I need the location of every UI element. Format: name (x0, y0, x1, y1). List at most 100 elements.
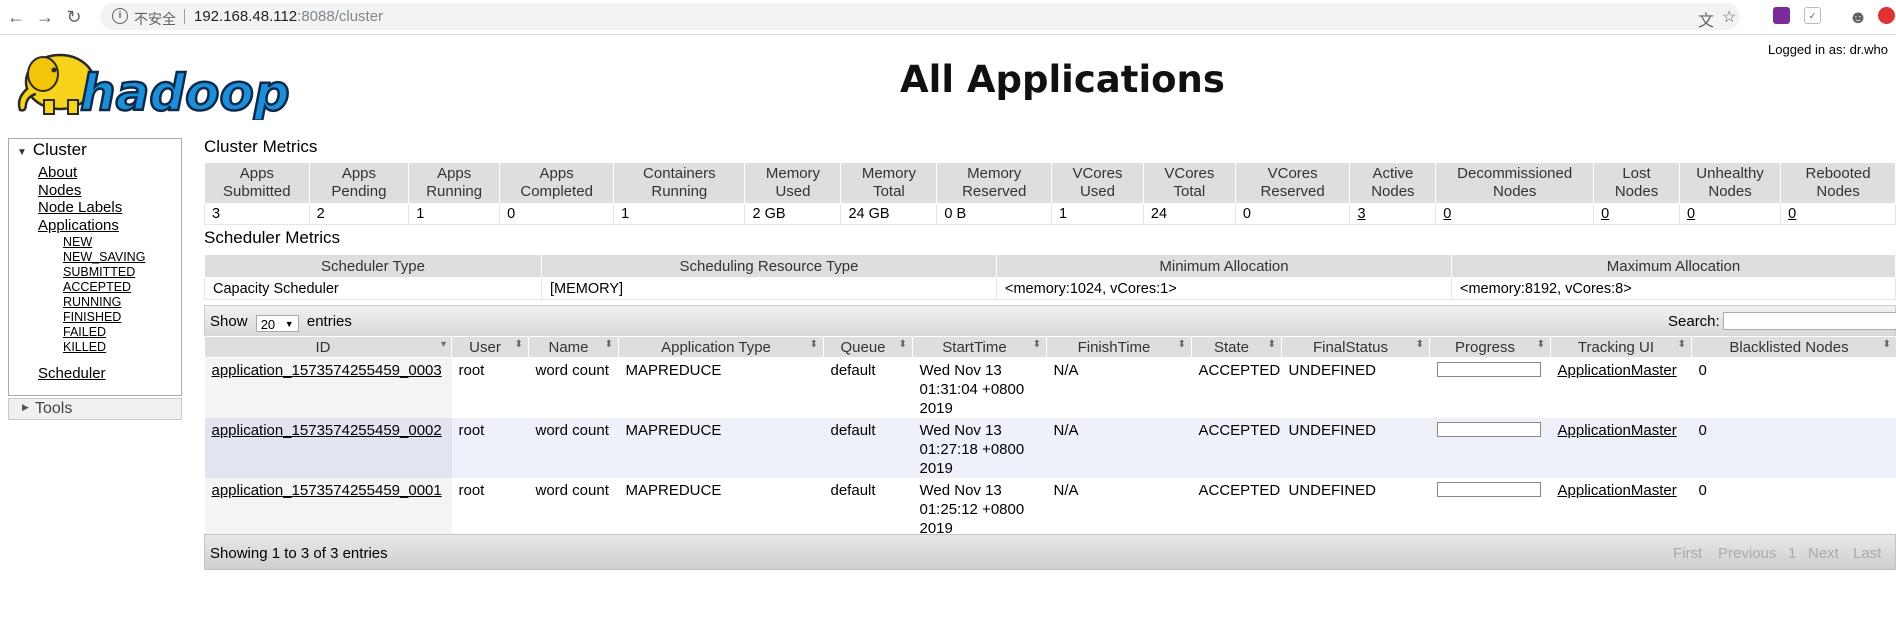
metric-value-apps-running: 1 (408, 203, 501, 225)
metric-header-line: Apps (437, 165, 472, 182)
sidebar-tools[interactable]: ▶ Tools (8, 398, 182, 420)
col-queue[interactable]: Queue ⬍ (823, 336, 913, 358)
col-application-type[interactable]: Application Type ⬍ (618, 336, 824, 358)
table-footer: Showing 1 to 3 of 3 entries First Previo… (204, 534, 1896, 570)
translate-icon[interactable]: 文 (1698, 7, 1714, 31)
tracking-ui-link[interactable]: ApplicationMaster (1558, 482, 1677, 499)
application-id-link[interactable]: application_1573574255459_0001 (212, 482, 442, 499)
pager-last-button[interactable]: Last (1853, 545, 1881, 562)
profile-icon[interactable]: ☻ (1845, 4, 1871, 30)
cell-queue: default (823, 357, 913, 418)
nav-link-nodes[interactable]: Nodes (38, 182, 122, 200)
metric-header-line: Pending (331, 183, 387, 200)
metric-value-unhealthy-nodes: 0 (1678, 203, 1782, 225)
cell-tracking: ApplicationMaster (1550, 357, 1692, 418)
metric-value-link[interactable]: 0 (1788, 206, 1796, 222)
metric-value-apps-submitted: 3 (204, 203, 310, 225)
metric-header-decommissioned-nodes: Decommissioned Nodes (1435, 162, 1595, 204)
metric-value-link[interactable]: 3 (1357, 206, 1365, 222)
pager-page-button[interactable]: 1 (1788, 545, 1796, 562)
application-id-link[interactable]: application_1573574255459_0002 (212, 422, 442, 439)
insecure-label: 不安全 (134, 11, 176, 27)
metric-header-apps-submitted: Apps Submitted (204, 162, 310, 204)
col-label: Queue (840, 338, 886, 356)
url-text[interactable]: 192.168.48.112:8088/cluster (194, 8, 383, 25)
forward-icon[interactable]: → (32, 4, 58, 30)
metric-header-line: Nodes (1493, 183, 1537, 200)
cell-text: 0 (1698, 422, 1707, 439)
expand-triangle-icon: ▶ (22, 402, 29, 412)
progress-bar (1436, 422, 1541, 437)
sort-both-icon: ⬍ (809, 339, 818, 350)
col-name[interactable]: Name ⬍ (528, 336, 619, 358)
sidebar-cluster-header[interactable]: ▼ Cluster (17, 140, 87, 160)
col-label: User (469, 338, 501, 356)
update-icon[interactable] (1878, 7, 1895, 24)
cell-queue: default (823, 418, 913, 478)
app-state-failed[interactable]: FAILED (63, 325, 145, 340)
back-icon[interactable]: ← (3, 4, 29, 30)
extension-icon[interactable] (1773, 7, 1790, 24)
nav-link-applications[interactable]: Applications (38, 217, 122, 235)
metric-header-apps-running: Apps Running (408, 162, 501, 204)
scheduler-metrics-value-row: Capacity Scheduler [MEMORY] <memory:1024… (204, 277, 1896, 300)
app-state-new[interactable]: NEW (63, 235, 145, 250)
metric-value-link[interactable]: 0 (1443, 206, 1451, 222)
metric-value-link[interactable]: 0 (1601, 206, 1609, 222)
col-label: State (1213, 338, 1250, 356)
pager-next-button[interactable]: Next (1808, 545, 1839, 562)
page-length-select[interactable]: 20 ▼ (255, 315, 299, 332)
metric-value-link[interactable]: 0 (1687, 206, 1695, 222)
metric-value-active-nodes: 3 (1349, 203, 1437, 225)
app-state-running[interactable]: RUNNING (63, 295, 145, 310)
app-state-new-saving[interactable]: NEW_SAVING (63, 250, 145, 265)
metric-value-lost-nodes: 0 (1593, 203, 1680, 225)
nav-link-about[interactable]: About (38, 164, 122, 182)
cell-text: 0 (1698, 482, 1707, 499)
tracking-ui-link[interactable]: ApplicationMaster (1558, 422, 1677, 439)
select-arrow-icon: ▼ (284, 319, 294, 329)
metric-value-text: 0 (1242, 206, 1251, 222)
metric-header-line: Apps (239, 165, 274, 182)
checkmark-extension-icon[interactable]: ✓ (1804, 7, 1821, 24)
showing-entries-info: Showing 1 to 3 of 3 entries (210, 545, 388, 562)
col-id[interactable]: ID ▾ (204, 336, 452, 358)
col-label: Application Type (661, 338, 771, 356)
metric-value-apps-completed: 0 (499, 203, 615, 225)
logged-in-label: Logged in as: dr.who (1768, 42, 1888, 57)
col-finishtime[interactable]: FinishTime ⬍ (1046, 336, 1192, 358)
tracking-ui-link[interactable]: ApplicationMaster (1558, 362, 1677, 379)
sort-both-icon: ⬍ (1177, 339, 1186, 350)
cell-state: ACCEPTED (1191, 418, 1282, 478)
col-starttime[interactable]: StartTime ⬍ (912, 336, 1047, 358)
col-progress[interactable]: Progress ⬍ (1429, 336, 1551, 358)
bookmark-star-icon[interactable]: ☆ (1722, 7, 1736, 27)
col-tracking-ui[interactable]: Tracking UI ⬍ (1550, 336, 1692, 358)
pager-previous-button[interactable]: Previous (1718, 545, 1776, 562)
pager-first-button[interactable]: First (1673, 545, 1702, 562)
info-icon[interactable]: i (112, 8, 128, 24)
app-state-finished[interactable]: FINISHED (63, 310, 145, 325)
col-label: Progress (1454, 338, 1516, 356)
col-state[interactable]: State ⬍ (1191, 336, 1282, 358)
search-input[interactable] (1723, 312, 1896, 330)
page-length-value: 20 (260, 317, 276, 332)
nav-link-node-labels[interactable]: Node Labels (38, 199, 122, 217)
col-user[interactable]: User ⬍ (451, 336, 529, 358)
app-state-accepted[interactable]: ACCEPTED (63, 280, 145, 295)
cell-text: ACCEPTED (1198, 422, 1281, 439)
col-finalstatus[interactable]: FinalStatus ⬍ (1281, 336, 1430, 358)
reload-icon[interactable]: ↻ (61, 4, 87, 30)
metric-value-memory-total: 24 GB (840, 203, 938, 225)
app-state-killed[interactable]: KILLED (63, 340, 145, 355)
cell-final: UNDEFINED (1281, 478, 1430, 538)
cluster-links: About Nodes Node Labels Applications (38, 164, 122, 234)
nav-link-scheduler[interactable]: Scheduler (38, 365, 106, 382)
application-id-link[interactable]: application_1573574255459_0003 (212, 362, 442, 379)
metric-header-line: Total (873, 183, 905, 200)
metric-header-line: Used (1079, 183, 1115, 200)
col-blacklisted-nodes[interactable]: Blacklisted Nodes ⬍ (1691, 336, 1896, 358)
maximum-allocation-value: <memory:8192, vCores:8> (1451, 277, 1896, 300)
app-state-submitted[interactable]: SUBMITTED (63, 265, 145, 280)
address-bar[interactable]: i 不安全 192.168.48.112:8088/cluster 文 ☆ (100, 3, 1740, 30)
